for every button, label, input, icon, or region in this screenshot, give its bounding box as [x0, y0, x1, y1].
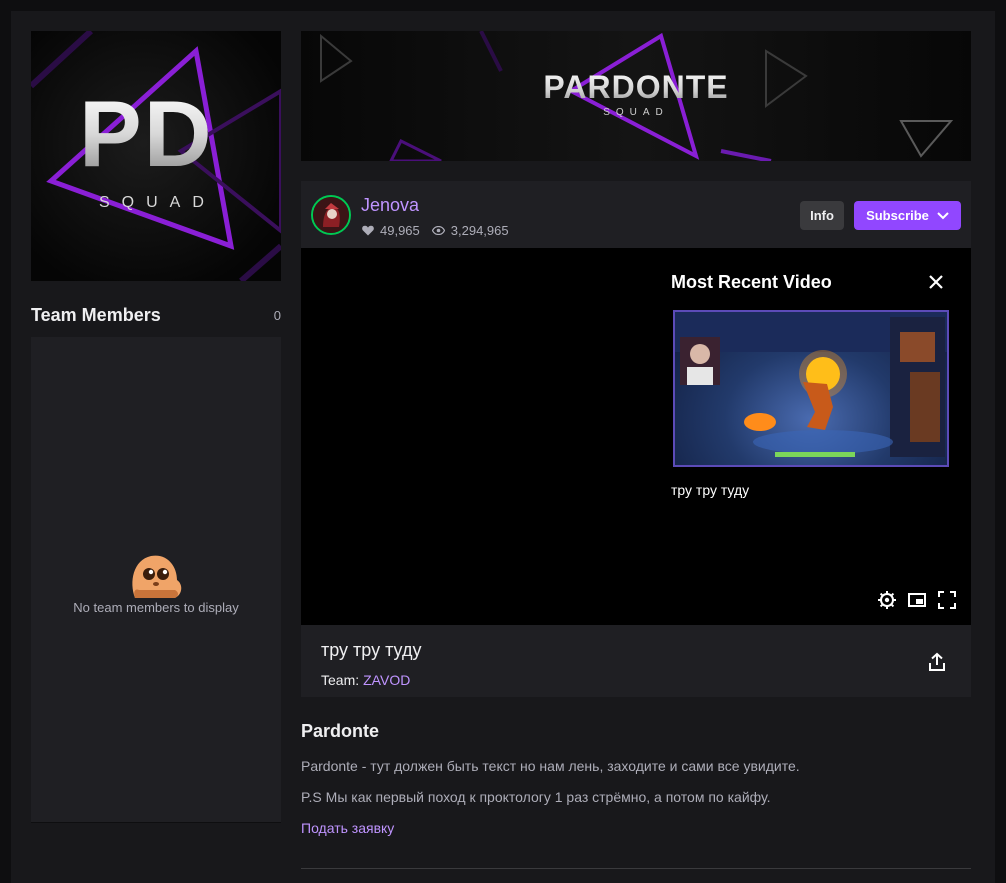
heart-icon [362, 225, 374, 236]
video-player[interactable]: Most Recent Video тру тру туду [301, 248, 971, 625]
player-card: Jenova 49,965 3,294,965 Info Subscribe M… [301, 181, 971, 697]
chevron-down-icon [937, 211, 949, 219]
channel-name-link[interactable]: Jenova [361, 195, 419, 216]
share-icon[interactable] [927, 652, 947, 672]
stream-title: тру тру туду [321, 640, 422, 660]
sad-emote-icon [132, 555, 182, 598]
members-title: Team Members [31, 304, 161, 325]
logo-squad-text: SQUAD [99, 194, 216, 211]
team-link[interactable]: ZAVOD [363, 672, 410, 688]
fullscreen-icon[interactable] [937, 590, 957, 610]
recent-video-thumbnail[interactable] [673, 310, 949, 467]
info-button[interactable]: Info [800, 201, 844, 230]
picture-in-picture-icon[interactable] [907, 590, 927, 610]
team-page: PD SQUAD Team Members 0 No team members … [11, 11, 995, 883]
team-line: Team: ZAVOD [321, 672, 410, 688]
members-header: Team Members 0 [31, 303, 281, 327]
members-list: No team members to display [31, 337, 281, 823]
about-title: Pardonte [301, 721, 380, 741]
divider [301, 868, 971, 869]
logo-letters: PD [79, 81, 214, 186]
recent-video-title: Most Recent Video [671, 272, 832, 292]
team-label: Team: [321, 672, 360, 688]
team-banner: PARDONTE SQUAD [301, 31, 971, 161]
close-icon[interactable] [928, 274, 944, 290]
apply-link[interactable]: Подать заявку [301, 820, 394, 836]
views-count: 3,294,965 [450, 223, 509, 238]
followers-count: 49,965 [380, 223, 420, 238]
subscribe-button[interactable]: Subscribe [854, 201, 961, 230]
avatar[interactable] [311, 195, 351, 235]
channel-stats: 49,965 3,294,965 [362, 223, 509, 238]
banner-subtitle: SQUAD [603, 107, 669, 118]
recent-video-caption[interactable]: тру тру туду [671, 482, 749, 498]
team-logo: PD SQUAD [31, 31, 281, 281]
banner-title: PARDONTE [301, 69, 971, 106]
about-description: Pardonte - тут должен быть текст но нам … [301, 758, 800, 774]
empty-members-text: No team members to display [73, 600, 239, 615]
subscribe-label: Subscribe [866, 208, 929, 223]
channel-bar: Jenova 49,965 3,294,965 Info Subscribe [301, 181, 971, 248]
eye-icon [431, 226, 445, 235]
stream-info-bar: тру тру туду Team: ZAVOD [301, 625, 971, 697]
members-count: 0 [273, 307, 281, 323]
about-note: P.S Мы как первый поход к проктологу 1 р… [301, 789, 771, 805]
gear-icon[interactable] [877, 590, 897, 610]
